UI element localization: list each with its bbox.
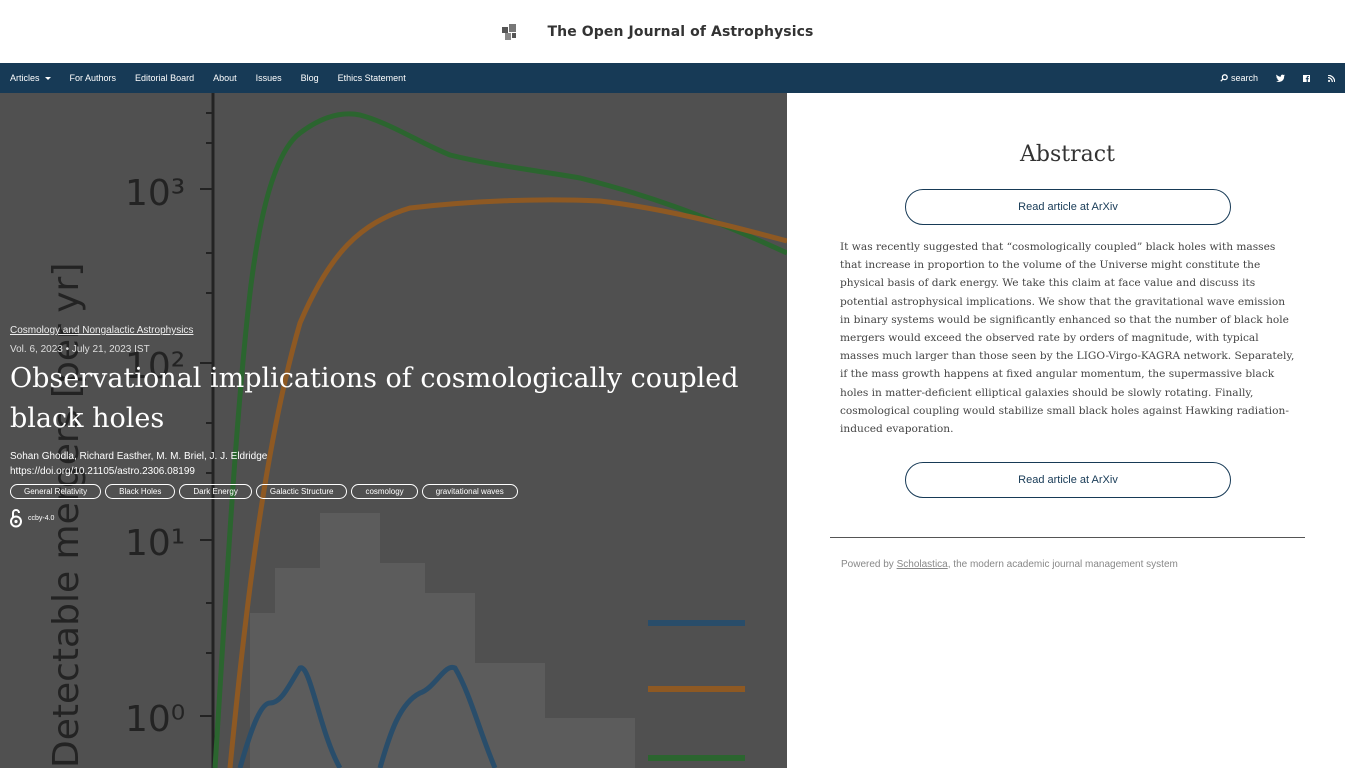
site-header: The Open Journal of Astrophysics: [0, 0, 1345, 63]
search-icon: [1220, 74, 1228, 82]
read-arxiv-button[interactable]: Read article at ArXiv: [905, 189, 1231, 225]
divider: [830, 537, 1305, 538]
facebook-icon[interactable]: [1303, 74, 1310, 82]
footer-suffix: , the modern academic journal management…: [947, 559, 1178, 570]
tag-galactic-structure[interactable]: Galactic Structure: [255, 484, 348, 499]
nav-ethics-statement[interactable]: Ethics Statement: [338, 73, 406, 83]
article-authors: Sohan Ghodla, Richard Easther, M. M. Bri…: [10, 451, 268, 462]
tag-black-holes[interactable]: Black Holes: [105, 484, 176, 499]
caret-down-icon: [44, 76, 51, 80]
abstract-panel: Abstract Read article at ArXiv It was re…: [787, 93, 1345, 768]
article-meta: Vol. 6, 2023 • July 21, 2023 IST: [10, 344, 150, 355]
tag-gravitational-waves[interactable]: gravitational waves: [421, 484, 518, 499]
article-title: Observational implications of cosmologic…: [10, 363, 739, 434]
tag-general-relativity[interactable]: General Relativity: [10, 484, 102, 499]
abstract-text: It was recently suggested that “cosmolog…: [840, 241, 1295, 436]
twitter-icon[interactable]: [1276, 74, 1285, 82]
nav-for-authors[interactable]: For Authors: [70, 73, 117, 83]
abstract-heading: Abstract: [1020, 142, 1115, 167]
tag-list: General Relativity Black Holes Dark Ener…: [10, 484, 770, 499]
footer-prefix: Powered by: [841, 559, 897, 570]
license[interactable]: ccby-4.0: [10, 508, 770, 528]
footer: Powered by Scholastica, the modern acade…: [841, 559, 1178, 570]
nav-blog[interactable]: Blog: [301, 73, 319, 83]
open-access-icon: [10, 509, 22, 528]
nav-editorial-board[interactable]: Editorial Board: [135, 73, 194, 83]
tag-cosmology[interactable]: cosmology: [351, 484, 418, 499]
read-arxiv-button-bottom[interactable]: Read article at ArXiv: [905, 462, 1231, 498]
main-nav: Articles For Authors Editorial Board Abo…: [0, 63, 1345, 93]
article-header: Cosmology and Nongalactic Astrophysics V…: [10, 325, 770, 528]
nav-issues[interactable]: Issues: [256, 73, 282, 83]
nav-articles[interactable]: Articles: [10, 73, 51, 83]
license-label: ccby-4.0: [28, 514, 55, 522]
tag-dark-energy[interactable]: Dark Energy: [179, 484, 252, 499]
brand[interactable]: The Open Journal of Astrophysics: [501, 23, 814, 40]
doi-link[interactable]: https://doi.org/10.21105/astro.2306.0819…: [10, 466, 770, 477]
journal-title[interactable]: The Open Journal of Astrophysics: [548, 24, 814, 40]
search-link[interactable]: search: [1220, 73, 1258, 83]
journal-logo-icon: [501, 23, 518, 40]
nav-about[interactable]: About: [213, 73, 237, 83]
article-hero: 10³ 10² 10¹ 10⁰ Detectable mergers [per …: [0, 93, 787, 768]
scholastica-link[interactable]: Scholastica: [897, 559, 948, 570]
category-link[interactable]: Cosmology and Nongalactic Astrophysics: [10, 325, 770, 336]
rss-icon[interactable]: [1328, 74, 1335, 82]
